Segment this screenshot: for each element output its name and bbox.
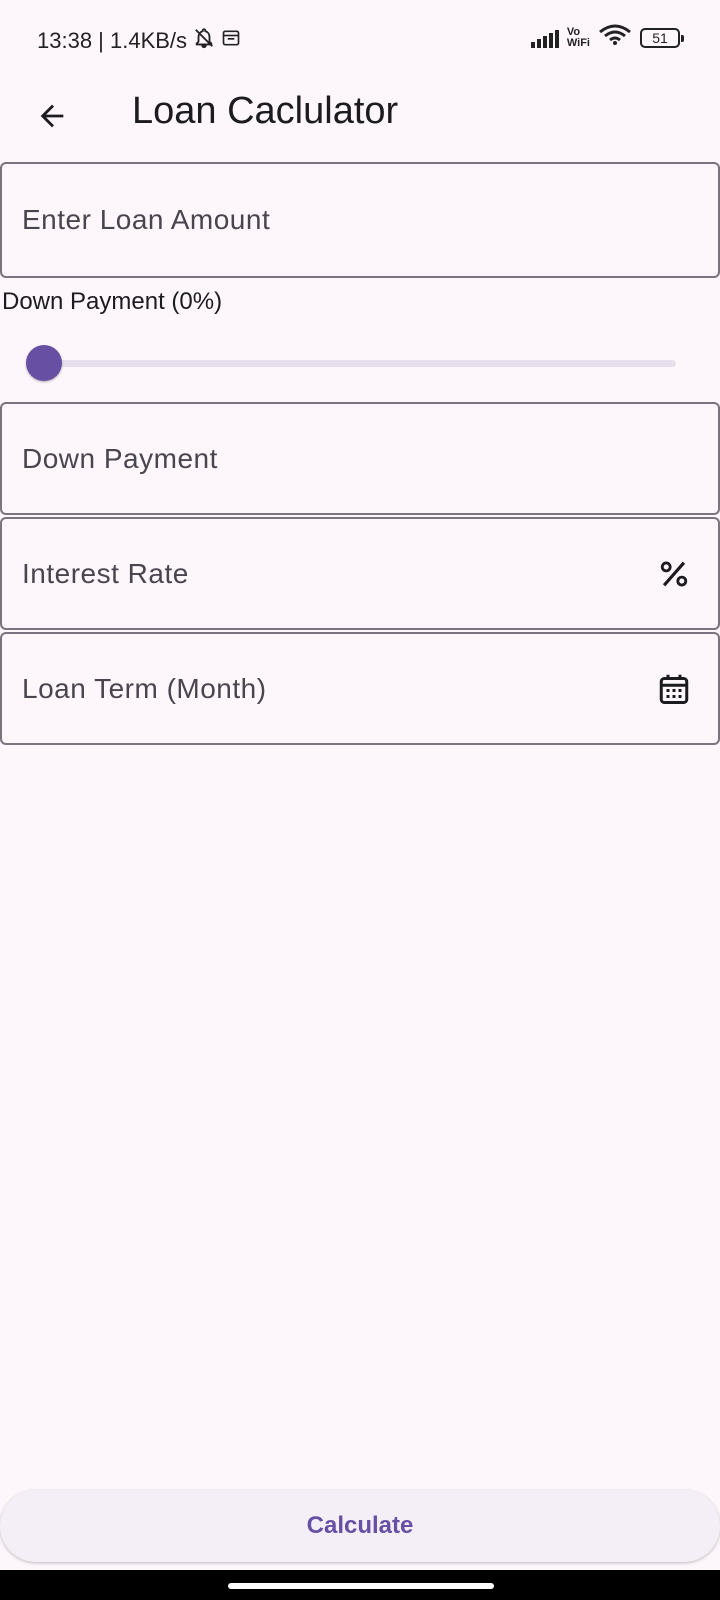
interest-rate-input[interactable] (22, 519, 622, 628)
slider-track[interactable] (26, 360, 676, 367)
down-payment-label: Down Payment (0%) (2, 288, 223, 315)
calendar-notification-icon (221, 28, 241, 54)
home-gesture-handle[interactable] (228, 1583, 494, 1589)
interest-rate-field[interactable] (0, 517, 720, 630)
loan-term-input[interactable] (22, 634, 622, 743)
loan-amount-field[interactable] (0, 162, 720, 278)
status-right: Vo WiFi 51 (530, 24, 684, 51)
back-button[interactable] (28, 92, 76, 140)
navigation-bar (0, 1570, 720, 1600)
status-left: 13:38 | 1.4KB/s (37, 27, 241, 55)
slider-thumb[interactable] (26, 345, 62, 381)
loan-amount-input[interactable] (22, 164, 622, 276)
page-title: Loan Caclulator (132, 90, 399, 132)
app-bar: Loan Caclulator (0, 80, 720, 160)
signal-icon (530, 28, 559, 48)
down-payment-field[interactable] (0, 402, 720, 515)
down-payment-input[interactable] (22, 404, 622, 513)
vowifi-indicator: Vo WiFi (566, 25, 590, 49)
calendar-icon (654, 669, 694, 709)
percent-icon (654, 554, 694, 594)
down-payment-slider[interactable] (26, 345, 676, 381)
vowifi-bottom: WiFi (566, 36, 590, 49)
vowifi-top: Vo (566, 25, 581, 38)
status-time: 13:38 | 1.4KB/s (37, 28, 188, 53)
calculate-button[interactable]: Calculate (0, 1490, 720, 1562)
battery-icon: 51 (640, 27, 684, 48)
bell-off-icon (193, 27, 215, 55)
wifi-icon (598, 24, 632, 51)
calculate-label: Calculate (306, 1512, 414, 1539)
battery-level: 51 (652, 29, 668, 46)
loan-term-field[interactable] (0, 632, 720, 745)
status-bar: 13:38 | 1.4KB/s Vo WiFi 51 (0, 0, 720, 80)
arrow-back-icon (40, 104, 64, 128)
